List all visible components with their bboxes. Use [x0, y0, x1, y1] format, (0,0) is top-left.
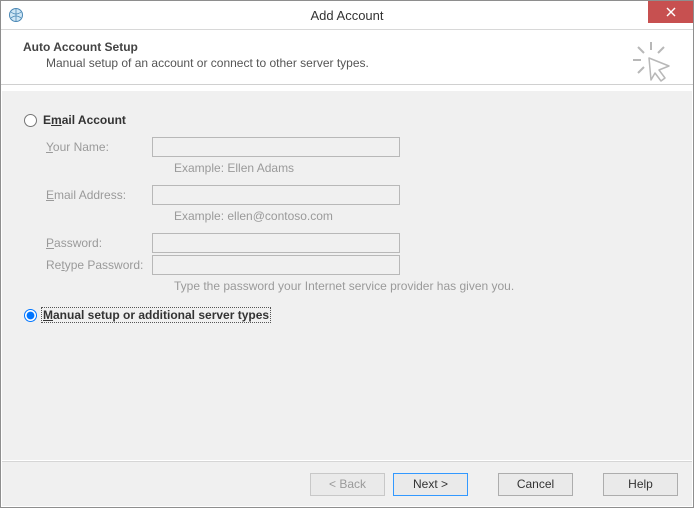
- your-name-label: Your Name:: [46, 140, 152, 154]
- header-title: Auto Account Setup: [23, 40, 671, 54]
- close-button[interactable]: [648, 1, 693, 23]
- password-hint: Type the password your Internet service …: [174, 277, 514, 293]
- add-account-window: Add Account Auto Account Setup Manual se…: [0, 0, 694, 508]
- help-button[interactable]: Help: [603, 473, 678, 496]
- radio-manual-setup[interactable]: [24, 309, 37, 322]
- next-button[interactable]: Next >: [393, 473, 468, 496]
- close-icon: [666, 7, 676, 17]
- email-label: Email Address:: [46, 188, 152, 202]
- email-field[interactable]: [152, 185, 400, 205]
- wizard-content: Email Account Your Name: Example: Ellen …: [2, 91, 692, 460]
- email-hint: Example: ellen@contoso.com: [174, 207, 333, 223]
- retype-password-label: Retype Password:: [46, 258, 152, 272]
- option-manual-setup-label: Manual setup or additional server types: [41, 307, 271, 323]
- password-label: Password:: [46, 236, 152, 250]
- wizard-header: Auto Account Setup Manual setup of an ac…: [1, 30, 693, 85]
- window-title: Add Account: [1, 8, 693, 23]
- header-subtitle: Manual setup of an account or connect to…: [46, 56, 671, 70]
- cancel-button[interactable]: Cancel: [498, 473, 573, 496]
- back-button[interactable]: < Back: [310, 473, 385, 496]
- option-email-account[interactable]: Email Account: [24, 113, 670, 127]
- your-name-field[interactable]: [152, 137, 400, 157]
- wizard-footer: < Back Next > Cancel Help: [2, 461, 692, 506]
- radio-email-account[interactable]: [24, 114, 37, 127]
- cursor-click-icon: [631, 40, 675, 87]
- app-icon: [8, 7, 24, 23]
- email-account-form: Your Name: Example: Ellen Adams Email Ad…: [46, 137, 670, 293]
- titlebar: Add Account: [1, 1, 693, 30]
- retype-password-field[interactable]: [152, 255, 400, 275]
- your-name-hint: Example: Ellen Adams: [174, 159, 294, 175]
- option-manual-setup[interactable]: Manual setup or additional server types: [24, 307, 670, 323]
- password-field[interactable]: [152, 233, 400, 253]
- option-email-account-label: Email Account: [43, 113, 126, 127]
